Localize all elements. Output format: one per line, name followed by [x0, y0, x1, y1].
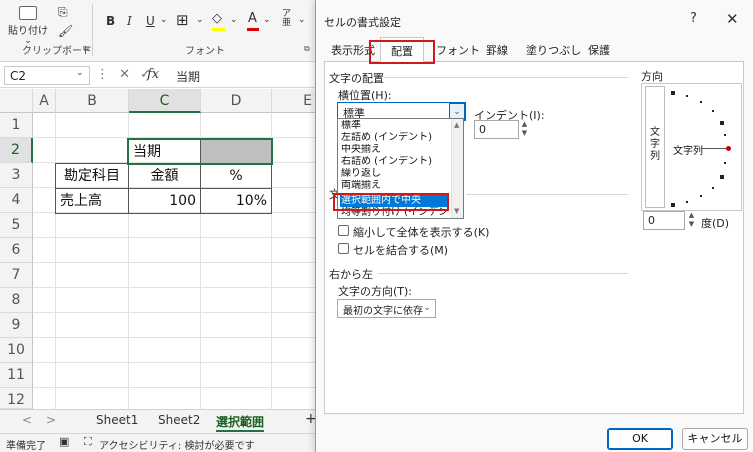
cancel-button[interactable]: キャンセル — [682, 428, 748, 450]
cell-c4[interactable]: 100 — [128, 188, 201, 214]
close-icon[interactable]: ✕ — [726, 10, 739, 28]
option-left-indent[interactable]: 左詰め (インデント) — [340, 132, 448, 144]
grid-line — [33, 237, 320, 238]
worksheet-grid[interactable]: A B C D E 1 2 3 4 5 6 7 8 9 10 11 12 当期 … — [0, 89, 320, 409]
row-header-1[interactable]: 1 — [0, 113, 33, 138]
macro-record-icon[interactable]: ▣ — [59, 435, 69, 448]
borders-dropdown-icon[interactable]: ⌄ — [196, 15, 204, 25]
option-fill[interactable]: 繰り返し — [340, 168, 448, 180]
tab-border[interactable]: 罫線 — [486, 42, 508, 58]
cell-b3[interactable]: 勘定科目 — [55, 163, 129, 189]
column-header-a[interactable]: A — [33, 89, 56, 113]
tab-font[interactable]: フォント — [436, 42, 480, 58]
cell-selection-outline — [127, 138, 273, 165]
underline-button[interactable]: U — [146, 14, 155, 28]
fill-color-icon[interactable]: ◇ — [212, 11, 222, 26]
option-highlight-box — [333, 193, 449, 211]
status-accessibility[interactable]: アクセシビリティ: 検討が必要です — [99, 437, 254, 452]
column-header-b[interactable]: B — [56, 89, 129, 113]
font-color-dropdown-icon[interactable]: ⌄ — [263, 15, 271, 25]
status-ready: 準備完了 — [6, 441, 46, 452]
paste-label: 貼り付け — [8, 26, 48, 37]
option-justify[interactable]: 両端揃え — [340, 180, 448, 192]
clipboard-icon — [19, 6, 37, 20]
option-right-indent[interactable]: 右詰め (インデント) — [340, 156, 448, 168]
formula-bar-icons[interactable]: ⋮ ✕ ✓ — [96, 67, 154, 82]
borders-icon[interactable]: ⊞ — [176, 11, 189, 29]
status-bar: 準備完了 ▣ ⛶ アクセシビリティ: 検討が必要です — [0, 433, 320, 452]
option-center[interactable]: 中央揃え — [340, 144, 448, 156]
row-header-12[interactable]: 12 — [0, 388, 33, 409]
font-color-bar — [247, 28, 259, 31]
row-header-4[interactable]: 4 — [0, 188, 33, 213]
row-header-2[interactable]: 2 — [0, 138, 33, 163]
row-header-10[interactable]: 10 — [0, 338, 33, 363]
row-header-9[interactable]: 9 — [0, 313, 33, 338]
grid-line — [33, 262, 320, 263]
sheet-next-button[interactable]: > — [46, 413, 56, 427]
fill-dropdown-icon[interactable]: ⌄ — [230, 15, 238, 25]
sheet-prev-button[interactable]: < — [22, 413, 32, 427]
row-header-7[interactable]: 7 — [0, 263, 33, 288]
ok-button[interactable]: OK — [607, 428, 673, 450]
insert-function-icon[interactable]: fx — [147, 67, 159, 82]
accessibility-icon[interactable]: ⛶ — [84, 435, 92, 449]
row-header-11[interactable]: 11 — [0, 363, 33, 388]
underline-dropdown-icon[interactable]: ⌄ — [160, 15, 168, 25]
sheet-tab-bar: < > Sheet1 Sheet2 選択範囲 + — [0, 409, 320, 433]
cell-d4[interactable]: 10% — [200, 188, 272, 214]
clipboard-launcher-icon[interactable]: ⧉ — [83, 44, 89, 54]
row-header-8[interactable]: 8 — [0, 288, 33, 313]
tab-highlight-box — [369, 40, 435, 64]
fill-color-bar — [212, 28, 225, 31]
row-header-6[interactable]: 6 — [0, 238, 33, 263]
grid-line — [55, 113, 56, 409]
grid-line — [33, 312, 320, 313]
phonetic-sub-label: 亜 — [282, 18, 292, 28]
options-scrollbar[interactable]: ▲ ▼ — [451, 119, 463, 218]
font-group-label: フォント — [185, 46, 225, 57]
column-header-d[interactable]: D — [201, 89, 272, 113]
font-color-button[interactable]: A — [248, 11, 257, 26]
formula-input[interactable]: 当期 — [176, 68, 200, 85]
font-launcher-icon[interactable]: ⧉ — [304, 44, 310, 54]
select-all-corner[interactable] — [0, 89, 33, 113]
ribbon-separator — [92, 4, 93, 56]
help-icon[interactable]: ? — [690, 11, 697, 26]
bold-button[interactable]: B — [106, 14, 115, 28]
grid-line — [33, 387, 320, 388]
sheet-tab-selection[interactable]: 選択範囲 — [216, 413, 265, 432]
column-header-e[interactable]: E — [272, 89, 320, 113]
italic-button[interactable]: I — [127, 14, 132, 28]
phonetic-button[interactable]: ア 亜 — [282, 10, 291, 28]
chevron-down-icon[interactable]: ⌄ — [76, 68, 84, 78]
sheet-tab-sheet2[interactable]: Sheet2 — [158, 413, 200, 427]
clipboard-group-label: クリップボード — [22, 46, 92, 57]
column-header-c[interactable]: C — [129, 89, 201, 113]
copy-icon[interactable]: ⎘ — [58, 5, 68, 20]
dialog-title: セルの書式設定 — [324, 16, 401, 29]
phonetic-dropdown-icon[interactable]: ⌄ — [298, 15, 306, 25]
tab-protection[interactable]: 保護 — [588, 42, 610, 58]
row-header-5[interactable]: 5 — [0, 213, 33, 238]
scroll-down-icon[interactable]: ▼ — [454, 207, 459, 215]
grid-line — [33, 362, 320, 363]
grid-line — [33, 337, 320, 338]
grid-line — [33, 287, 320, 288]
tab-fill[interactable]: 塗りつぶし — [526, 42, 581, 58]
row-header-3[interactable]: 3 — [0, 163, 33, 188]
format-cells-dialog: セルの書式設定 ? ✕ 表示形式 配置 フォント 罫線 塗りつぶし 保護 OK … — [315, 0, 753, 452]
format-painter-icon[interactable]: 🖌 — [58, 24, 73, 38]
option-general[interactable]: 標準 — [340, 120, 448, 132]
scroll-up-icon[interactable]: ▲ — [454, 121, 459, 129]
cell-b4[interactable]: 売上高 — [55, 188, 129, 214]
cell-c3[interactable]: 金額 — [128, 163, 201, 189]
paste-button[interactable]: 貼り付け ⌄ — [8, 6, 48, 46]
sheet-tab-sheet1[interactable]: Sheet1 — [96, 413, 138, 427]
cell-d3[interactable]: % — [200, 163, 272, 189]
